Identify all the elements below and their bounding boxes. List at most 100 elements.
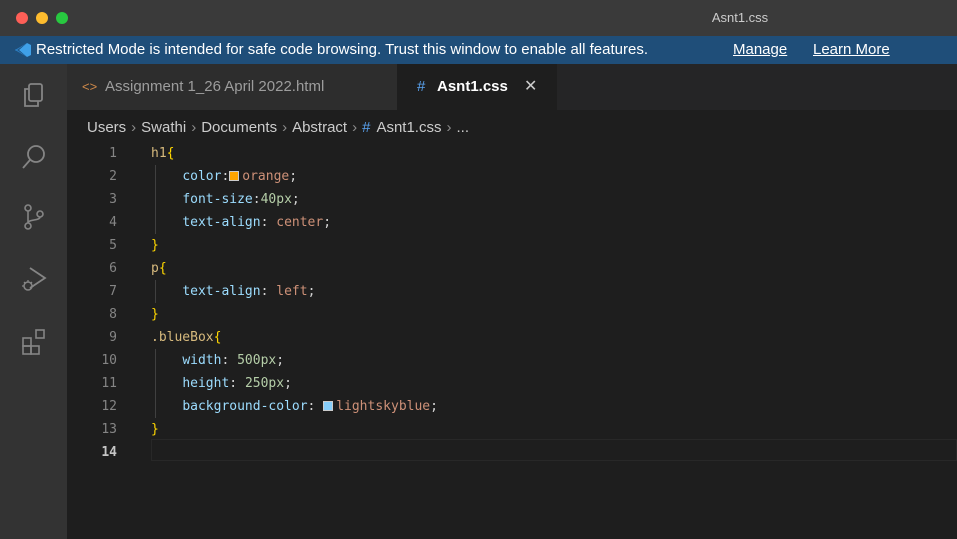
line-code: text-align: left;: [151, 280, 315, 303]
chevron-right-icon: ›: [352, 119, 358, 136]
code-editor[interactable]: 1 h1{2 color: orange; 3 font-size:40px; 4 te…: [67, 142, 957, 539]
line-number: 2: [109, 169, 117, 184]
code-line[interactable]: 12 background-color: lightskyblue;: [67, 395, 957, 418]
line-code: }: [151, 303, 159, 326]
close-icon[interactable]: ✕: [524, 64, 537, 110]
run-debug-icon[interactable]: [20, 265, 48, 293]
code-token: height: [182, 376, 230, 391]
code-token: :: [221, 353, 238, 368]
title-bar: Asnt1.css: [0, 0, 957, 36]
code-token: left: [276, 284, 308, 299]
breadcrumb-item[interactable]: Abstract: [292, 118, 347, 138]
indent-guide: [155, 165, 156, 234]
code-token: 250px: [244, 376, 285, 391]
line-code: p{: [151, 257, 167, 280]
tab-label: Assignment 1_26 April 2022.html: [105, 78, 325, 95]
activity-bar: [0, 64, 67, 539]
code-token: text-align: [182, 215, 261, 230]
code-token: p: [151, 261, 159, 276]
line-code: }: [151, 234, 159, 257]
code-token: ;: [323, 215, 332, 230]
line-code: width: 500px;: [151, 349, 284, 372]
code-token: {: [166, 146, 175, 161]
html-file-icon: <>: [82, 79, 98, 94]
line-number: 6: [109, 261, 117, 276]
css-file-icon: #: [417, 78, 426, 95]
code-line[interactable]: 8}: [67, 303, 957, 326]
code-line[interactable]: 9 .blueBox{: [67, 326, 957, 349]
line-code: font-size:40px;: [151, 188, 300, 211]
chevron-right-icon: ›: [282, 119, 288, 136]
breadcrumb-more[interactable]: ...: [456, 118, 469, 138]
code-line[interactable]: 13}: [67, 418, 957, 441]
color-swatch[interactable]: [229, 171, 240, 181]
line-code: .blueBox{: [151, 326, 221, 349]
line-number: 12: [101, 399, 117, 414]
editor-tab-bar: <> Assignment 1_26 April 2022.html # Asn…: [67, 64, 957, 110]
chevron-right-icon: ›: [131, 119, 137, 136]
indent-guide: [155, 280, 156, 303]
code-line[interactable]: 10 width: 500px;: [67, 349, 957, 372]
code-line[interactable]: 11 height: 250px;: [67, 372, 957, 395]
line-code: color: orange;: [151, 165, 297, 188]
line-number: 14: [101, 445, 117, 460]
learn-more-link[interactable]: Learn More: [813, 36, 890, 64]
maximize-window-button[interactable]: [56, 12, 68, 24]
line-number: 10: [101, 353, 117, 368]
indent-guide: [155, 349, 156, 418]
line-number: 13: [101, 422, 117, 437]
code-token: :: [252, 192, 261, 207]
code-line[interactable]: 1 h1{: [67, 142, 957, 165]
line-number: 4: [109, 215, 117, 230]
code-token: }: [151, 238, 159, 253]
code-token: center: [276, 215, 324, 230]
line-number: 9: [109, 330, 117, 345]
code-token: background-color: [182, 399, 308, 414]
line-number: 8: [109, 307, 117, 322]
code-token: lightskyblue: [336, 399, 431, 414]
source-control-icon[interactable]: [20, 203, 48, 231]
breadcrumb-item[interactable]: Documents: [201, 118, 277, 138]
code-line[interactable]: 7 text-align: left;: [67, 280, 957, 303]
manage-link[interactable]: Manage: [733, 36, 787, 64]
minimize-window-button[interactable]: [36, 12, 48, 24]
extensions-icon[interactable]: [20, 328, 48, 356]
code-line[interactable]: 14: [67, 441, 957, 464]
breadcrumb-file[interactable]: Asnt1.css: [376, 118, 441, 138]
line-number: 3: [109, 192, 117, 207]
breadcrumb-item[interactable]: Users: [87, 118, 126, 138]
code-token: text-align: [182, 284, 261, 299]
code-token: :: [221, 169, 230, 184]
breadcrumb-item[interactable]: Swathi: [141, 118, 186, 138]
tab-asnt1-css[interactable]: # Asnt1.css ✕: [397, 64, 557, 110]
chevron-right-icon: ›: [191, 119, 197, 136]
code-token: :: [260, 215, 277, 230]
explorer-icon[interactable]: [20, 81, 48, 109]
close-window-button[interactable]: [16, 12, 28, 24]
code-line[interactable]: 2 color: orange;: [67, 165, 957, 188]
code-line[interactable]: 5}: [67, 234, 957, 257]
code-token: {: [158, 261, 167, 276]
code-token: :: [260, 284, 277, 299]
search-icon[interactable]: [20, 143, 48, 171]
code-line[interactable]: 6 p{: [67, 257, 957, 280]
code-token: orange: [242, 169, 290, 184]
code-token: color: [182, 169, 222, 184]
code-token: .blueBox: [151, 330, 214, 345]
code-token: ;: [307, 284, 316, 299]
line-number: 7: [109, 284, 117, 299]
code-token: 40px: [260, 192, 292, 207]
tab-assignment-html[interactable]: <> Assignment 1_26 April 2022.html: [67, 64, 397, 110]
code-token: ;: [289, 169, 298, 184]
code-line[interactable]: 4 text-align: center;: [67, 211, 957, 234]
banner-message: Restricted Mode is intended for safe cod…: [36, 41, 648, 58]
window-title: Asnt1.css: [711, 10, 769, 25]
code-token: ;: [291, 192, 300, 207]
breadcrumb: Users › Swathi › Documents › Abstract › # Asnt1.c…: [87, 118, 469, 138]
editor-window: Asnt1.css Restricted Mode is intended fo…: [0, 0, 957, 539]
code-line[interactable]: 3 font-size:40px;: [67, 188, 957, 211]
code-token: }: [151, 422, 159, 437]
code-token: :: [307, 399, 324, 414]
color-swatch[interactable]: [323, 401, 334, 411]
line-code: text-align: center;: [151, 211, 331, 234]
